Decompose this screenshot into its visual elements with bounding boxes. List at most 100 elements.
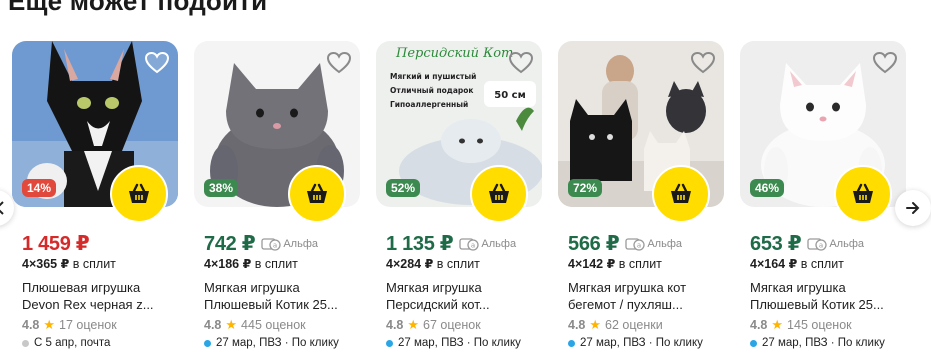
product-name-line-2[interactable]: Персидский кот... bbox=[386, 296, 546, 313]
delivery-dot-icon bbox=[204, 339, 211, 347]
alfa-label: Альфа bbox=[829, 237, 864, 250]
favorite-heart-icon[interactable] bbox=[326, 51, 352, 75]
delivery-info: 27 мар, ПВЗ · По клику bbox=[750, 337, 885, 349]
product-name[interactable]: Мягкая игрушка кот бегемот / пухляш... bbox=[568, 279, 728, 313]
product-rating: 4.8 ★ 62 оценки bbox=[568, 317, 663, 333]
photo-feature-3: Гипоаллергенный bbox=[390, 100, 468, 109]
split-label: в сплит bbox=[254, 257, 298, 271]
rating-score: 4.8 bbox=[204, 318, 222, 332]
product-price: 1 135 ₽ bbox=[386, 233, 454, 255]
section-title: Еще может подойти bbox=[8, 0, 268, 16]
split-amount: 4×164 ₽ bbox=[750, 257, 798, 271]
delivery-info: 27 мар, ПВЗ · По клику bbox=[568, 337, 703, 349]
product-name-line-2[interactable]: бегемот / пухляш... bbox=[568, 296, 728, 313]
rating-score: 4.8 bbox=[386, 318, 404, 332]
discount-badge: 72% bbox=[568, 179, 603, 197]
product-card[interactable]: 72% 566 ₽ a Альфа 4×142 ₽ в сплит Мягкая… bbox=[558, 41, 724, 364]
favorite-heart-icon[interactable] bbox=[508, 51, 534, 75]
carousel-next-button[interactable] bbox=[895, 190, 931, 226]
rating-score: 4.8 bbox=[750, 318, 768, 332]
delivery-text: 27 мар, ПВЗ · По клику bbox=[216, 337, 339, 349]
chevron-left-icon bbox=[0, 201, 4, 215]
split-payment: 4×142 ₽ в сплит bbox=[568, 256, 662, 271]
svg-text:a: a bbox=[273, 241, 277, 249]
add-to-cart-button[interactable] bbox=[834, 165, 892, 223]
delivery-dot-icon bbox=[22, 339, 29, 347]
product-name[interactable]: Мягкая игрушка Плюшевый Котик 25... bbox=[204, 279, 364, 313]
rating-score: 4.8 bbox=[22, 318, 40, 332]
split-amount: 4×142 ₽ bbox=[568, 257, 616, 271]
alfa-badge: a Альфа bbox=[459, 237, 516, 251]
product-card[interactable]: Персидский Кот Мягкий и пушистый Отличны… bbox=[376, 41, 542, 364]
product-name-line-2[interactable]: Devon Rex черная z... bbox=[22, 296, 182, 313]
product-name[interactable]: Мягкая игрушка Персидский кот... bbox=[386, 279, 546, 313]
product-rating: 4.8 ★ 145 оценок bbox=[750, 317, 852, 333]
delivery-info: 27 мар, ПВЗ · По клику bbox=[204, 337, 339, 349]
product-name-line-1[interactable]: Мягкая игрушка bbox=[750, 279, 910, 296]
basket-icon bbox=[489, 183, 509, 203]
review-count: 445 оценок bbox=[241, 318, 306, 332]
photo-size-label: 50 см bbox=[494, 90, 526, 101]
delivery-dot-icon bbox=[750, 339, 757, 347]
product-name[interactable]: Плюшевая игрушка Devon Rex черная z... bbox=[22, 279, 182, 313]
product-rating: 4.8 ★ 445 оценок bbox=[204, 317, 306, 333]
product-name[interactable]: Мягкая игрушка Плюшевый Котик 25... bbox=[750, 279, 910, 313]
add-to-cart-button[interactable] bbox=[288, 165, 346, 223]
alfa-card-icon: a bbox=[625, 237, 645, 251]
alfa-card-icon: a bbox=[459, 237, 480, 251]
discount-badge: 52% bbox=[386, 179, 421, 197]
basket-icon bbox=[853, 183, 873, 203]
split-payment: 4×365 ₽ в сплит bbox=[22, 256, 116, 271]
product-name-line-1[interactable]: Плюшевая игрушка bbox=[22, 279, 182, 296]
product-price: 742 ₽ bbox=[204, 233, 256, 255]
product-name-line-2[interactable]: Плюшевый Котик 25... bbox=[204, 296, 364, 313]
split-label: в сплит bbox=[436, 257, 480, 271]
alfa-card-icon: a bbox=[261, 237, 281, 251]
product-name-line-2[interactable]: Плюшевый Котик 25... bbox=[750, 296, 910, 313]
review-count: 67 оценок bbox=[423, 318, 481, 332]
discount-badge: 38% bbox=[204, 179, 239, 197]
rating-score: 4.8 bbox=[568, 318, 586, 332]
add-to-cart-button[interactable] bbox=[470, 165, 528, 223]
star-icon: ★ bbox=[771, 317, 784, 332]
product-card[interactable]: 38% 742 ₽ a Альфа 4×186 ₽ в сплит Мягкая… bbox=[194, 41, 360, 364]
product-card[interactable]: 46% 653 ₽ a Альфа 4×164 ₽ в сплит Мягкая… bbox=[740, 41, 906, 364]
split-payment: 4×284 ₽ в сплит bbox=[386, 256, 480, 271]
star-icon: ★ bbox=[407, 317, 420, 332]
product-name-line-1[interactable]: Мягкая игрушка bbox=[386, 279, 546, 296]
alfa-label: Альфа bbox=[283, 237, 318, 250]
photo-feature-1: Мягкий и пушистый bbox=[390, 72, 476, 81]
star-icon: ★ bbox=[225, 317, 238, 332]
discount-badge: 14% bbox=[22, 179, 57, 197]
alfa-badge: a Альфа bbox=[261, 237, 318, 251]
svg-text:a: a bbox=[471, 241, 475, 249]
svg-text:a: a bbox=[637, 241, 641, 249]
photo-feature-2: Отличный подарок bbox=[390, 86, 474, 95]
product-name-line-1[interactable]: Мягкая игрушка bbox=[204, 279, 364, 296]
basket-icon bbox=[307, 183, 327, 203]
split-amount: 4×365 ₽ bbox=[22, 257, 70, 271]
delivery-dot-icon bbox=[386, 339, 393, 347]
product-name-line-1[interactable]: Мягкая игрушка кот bbox=[568, 279, 728, 296]
review-count: 62 оценки bbox=[605, 318, 663, 332]
favorite-heart-icon[interactable] bbox=[690, 51, 716, 75]
review-count: 17 оценок bbox=[59, 318, 117, 332]
review-count: 145 оценок bbox=[787, 318, 852, 332]
alfa-badge: a Альфа bbox=[625, 237, 682, 251]
split-amount: 4×186 ₽ bbox=[204, 257, 252, 271]
split-label: в сплит bbox=[72, 257, 116, 271]
product-price: 653 ₽ bbox=[750, 233, 802, 255]
favorite-heart-icon[interactable] bbox=[144, 51, 170, 75]
split-payment: 4×164 ₽ в сплит bbox=[750, 256, 844, 271]
delivery-text: 27 мар, ПВЗ · По клику bbox=[762, 337, 885, 349]
delivery-text: 27 мар, ПВЗ · По клику bbox=[398, 337, 521, 349]
add-to-cart-button[interactable] bbox=[110, 165, 168, 223]
delivery-info: С 5 апр, почта bbox=[22, 337, 110, 349]
product-price: 1 459 ₽ bbox=[22, 233, 90, 255]
split-payment: 4×186 ₽ в сплит bbox=[204, 256, 298, 271]
discount-badge: 46% bbox=[750, 179, 785, 197]
add-to-cart-button[interactable] bbox=[652, 165, 710, 223]
delivery-text: С 5 апр, почта bbox=[34, 337, 111, 349]
product-card[interactable]: 14% 1 459 ₽ 4×365 ₽ в сплит Плюшевая игр… bbox=[12, 41, 178, 364]
favorite-heart-icon[interactable] bbox=[872, 51, 898, 75]
